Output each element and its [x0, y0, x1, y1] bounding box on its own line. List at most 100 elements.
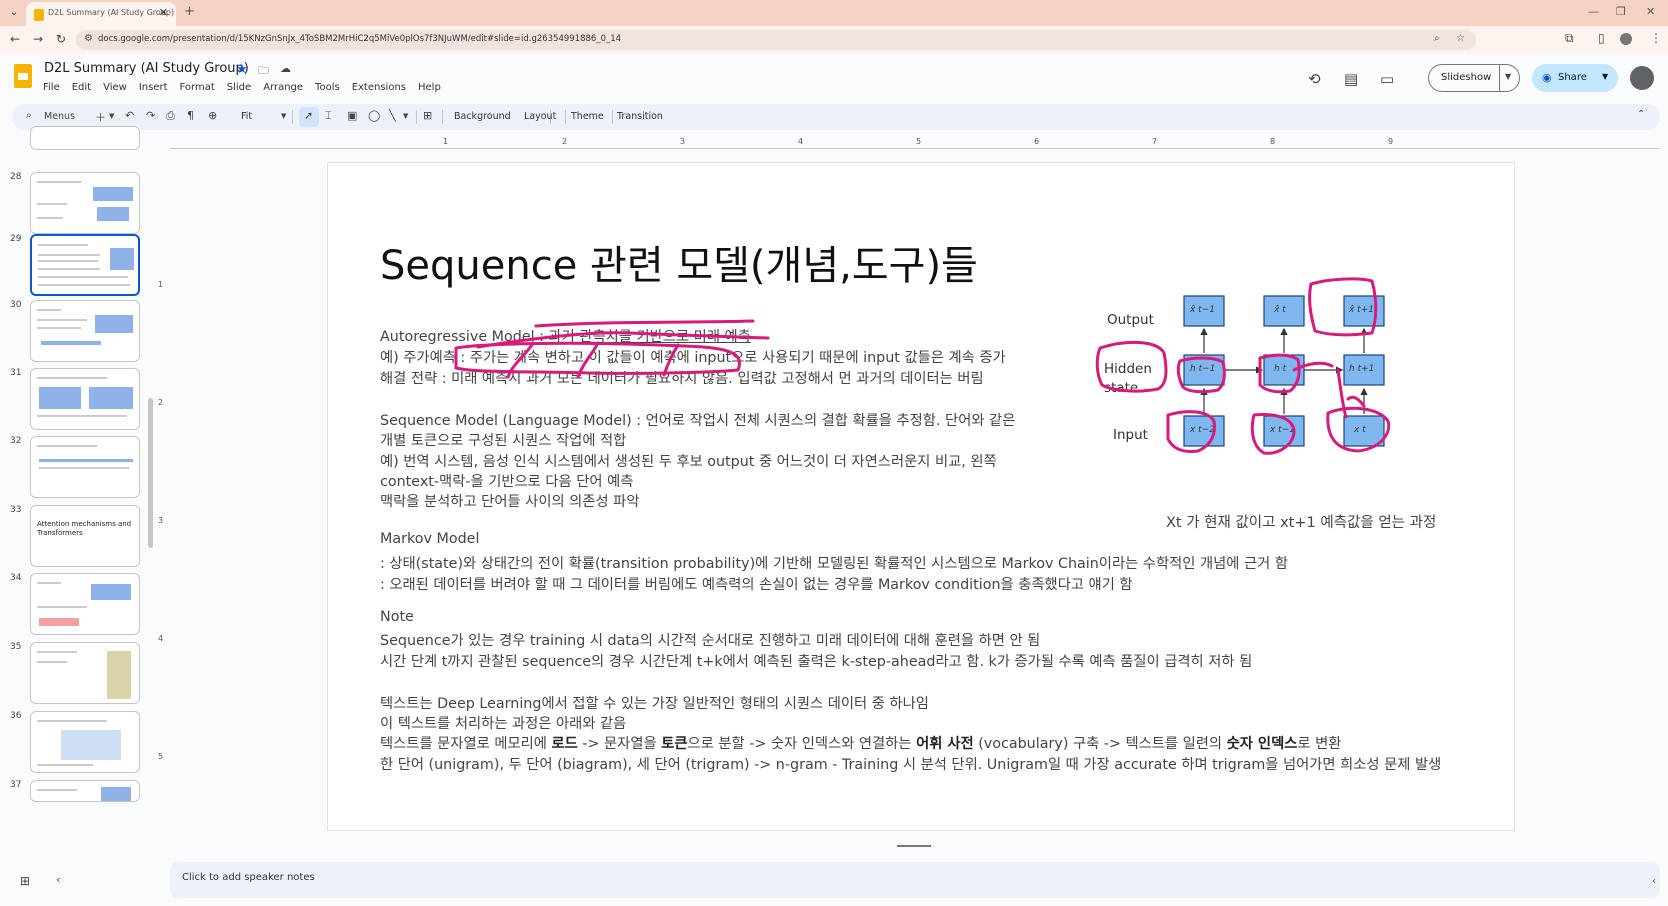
grid-view-icon[interactable]: ⊞ [20, 874, 30, 888]
ar-heading[interactable]: Autoregressive Model : 과거 관측치를 기반으로 미래 예… [380, 325, 751, 346]
slides-logo-icon[interactable] [14, 64, 32, 88]
slide-thumbnail-27[interactable] [30, 126, 140, 150]
menu-help[interactable]: Help [418, 82, 441, 96]
menu-edit[interactable]: Edit [72, 82, 91, 96]
close-tab-icon[interactable]: ✕ [159, 6, 168, 19]
menu-format[interactable]: Format [180, 82, 215, 96]
move-folder-icon[interactable]: 🗀 [258, 62, 269, 81]
select-cursor-icon[interactable]: ➚ [304, 109, 313, 122]
bookmark-star-icon[interactable]: ☆ [1456, 33, 1465, 44]
sm-line-2[interactable]: 개별 토큰으로 구성된 시퀀스 작업에 적합 [380, 429, 626, 450]
slide-thumbnail-32[interactable] [30, 436, 140, 498]
speaker-notes-placeholder[interactable]: Click to add speaker notes [182, 872, 315, 883]
sm-line-3[interactable]: 예) 번역 시스템, 음성 인식 시스템에서 생성된 두 후보 output 중… [380, 450, 997, 471]
slide-thumbnail-28[interactable] [30, 172, 140, 234]
share-dropdown-icon[interactable]: ▼ [1602, 72, 1608, 81]
slide-title[interactable]: Sequence 관련 모델(개념,도구)들 [380, 233, 978, 291]
background-button[interactable]: Background [454, 111, 511, 122]
text-line-1[interactable]: 텍스트는 Deep Learning에서 접할 수 있는 가장 일반적인 형태의… [380, 692, 929, 713]
sm-line-4[interactable]: context-맥락-을 기반으로 다음 단어 예측 [380, 470, 633, 491]
extensions-icon[interactable]: ⧉ [1565, 31, 1574, 46]
document-title[interactable]: D2L Summary (AI Study Group) [44, 61, 249, 76]
tab-search-icon[interactable]: ⌄ [6, 5, 22, 21]
new-slide-icon[interactable]: ＋ [95, 109, 106, 125]
comment-add-icon[interactable]: ⊞ [423, 109, 432, 122]
line-icon[interactable]: ╲ [389, 109, 396, 122]
zoom-dropdown-icon[interactable]: ▼ [281, 112, 286, 120]
omnibox[interactable]: ⚙ docs.google.com/presentation/d/15KNzGn… [76, 30, 1476, 50]
slide-canvas[interactable]: Sequence 관련 모델(개념,도구)들 Autoregressive Mo… [328, 163, 1514, 830]
sidepanel-icon[interactable]: ▯ [1598, 31, 1605, 45]
slide-thumbnail-34[interactable] [30, 573, 140, 635]
browser-profile-avatar[interactable] [1620, 33, 1632, 45]
layout-button[interactable]: Layout [524, 111, 556, 122]
slide-thumbnail-36[interactable] [30, 711, 140, 773]
theme-button[interactable]: Theme [571, 111, 604, 122]
filmstrip-scrollbar[interactable] [148, 398, 153, 548]
menu-insert[interactable]: Insert [139, 82, 168, 96]
reload-icon[interactable]: ↻ [56, 32, 66, 46]
zoom-icon[interactable]: ⌕ [1434, 33, 1440, 44]
image-icon[interactable]: ▣ [347, 109, 357, 122]
restore-icon[interactable]: ❐ [1616, 5, 1626, 18]
line-dropdown-icon[interactable]: ▼ [403, 112, 408, 120]
print-icon[interactable]: ⎙ [166, 109, 175, 123]
comments-icon[interactable]: ▤ [1344, 70, 1358, 88]
slide-thumbnail-33[interactable]: Attention mechanisms and Transformers [30, 505, 140, 567]
zoom-icon[interactable]: ⊕ [208, 109, 217, 122]
site-info-icon[interactable]: ⚙ [84, 33, 93, 44]
ar-example[interactable]: 예) 주가예측 : 주가는 계속 변하고 이 값들이 예측에 input으로 사… [380, 346, 1006, 367]
menu-view[interactable]: View [103, 82, 127, 96]
text-box-icon[interactable]: ⌶ [325, 109, 332, 123]
markov-line-1[interactable]: : 상태(state)와 상태간의 전이 확률(transition proba… [380, 552, 1288, 573]
collapse-toolbar-icon[interactable]: ⌃ [1637, 109, 1645, 120]
minimize-icon[interactable]: — [1588, 5, 1599, 18]
text-line-3[interactable]: 텍스트를 문자열로 메모리에 로드 -> 문자열을 토큰으로 분할 -> 숫자 … [380, 732, 1341, 753]
slide-thumbnail-37[interactable] [30, 780, 140, 802]
speaker-notes[interactable]: Click to add speaker notes [170, 862, 1660, 898]
new-slide-dropdown-icon[interactable]: ▼ [109, 112, 114, 120]
text-line-2[interactable]: 이 텍스트를 처리하는 과정은 아래와 같음 [380, 712, 626, 733]
meet-camera-icon[interactable]: ▭ [1380, 70, 1394, 88]
menu-tools[interactable]: Tools [315, 82, 340, 96]
slideshow-button[interactable]: Slideshow ▼ [1428, 64, 1520, 92]
paint-format-icon[interactable]: ¶ [187, 109, 194, 122]
sm-line-1[interactable]: Sequence Model (Language Model) : 언어로 작업… [380, 409, 1015, 430]
collapse-filmstrip-icon[interactable]: ‹ [56, 873, 60, 886]
text-line-4[interactable]: 한 단어 (unigram), 두 단어 (biagram), 세 단어 (tr… [380, 753, 1441, 774]
menu-extensions[interactable]: Extensions [352, 82, 406, 96]
browser-menu-icon[interactable]: ⋮ [1650, 31, 1662, 45]
user-avatar[interactable] [1630, 66, 1654, 90]
markov-heading[interactable]: Markov Model [380, 531, 479, 547]
side-panel-toggle-icon[interactable]: ‹ [1652, 876, 1656, 887]
slide-thumbnail-31[interactable] [30, 368, 140, 430]
slideshow-dropdown-icon[interactable]: ▼ [1505, 72, 1511, 81]
notes-resize-handle[interactable] [897, 845, 931, 847]
note-line-2[interactable]: 시간 단계 t까지 관찰된 sequence의 경우 시간단계 t+k에서 예측… [380, 650, 1252, 671]
markov-line-2[interactable]: : 오래된 데이터를 버려야 할 때 그 데이터를 버림에도 예측력의 손실이 … [380, 573, 1133, 594]
transition-button[interactable]: Transition [617, 111, 663, 122]
ar-solution[interactable]: 해결 전략 : 미래 예측시 과거 모든 데이터가 필요하지 않음. 입력값 고… [380, 367, 984, 388]
shape-icon[interactable]: ◯ [368, 109, 380, 122]
forward-icon[interactable]: → [33, 32, 43, 46]
undo-icon[interactable]: ↶ [125, 109, 134, 122]
browser-tab[interactable]: D2L Summary (AI Study Group) ✕ [26, 2, 176, 26]
zoom-select[interactable]: Fit [241, 111, 252, 122]
menu-arrange[interactable]: Arrange [263, 82, 303, 96]
star-icon[interactable]: ★ [236, 62, 248, 77]
redo-icon[interactable]: ↷ [146, 109, 155, 122]
share-button[interactable]: ◉ Share ▼ [1532, 64, 1618, 92]
new-tab-icon[interactable]: + [184, 4, 195, 19]
note-line-1[interactable]: Sequence가 있는 경우 training 시 data의 시간적 순서대… [380, 629, 1040, 650]
close-window-icon[interactable]: ✕ [1646, 5, 1655, 18]
menu-file[interactable]: File [43, 82, 60, 96]
menu-slide[interactable]: Slide [227, 82, 251, 96]
diagram-caption[interactable]: Xt 가 현재 값이고 xt+1 예측값을 얻는 과정 [1166, 511, 1436, 532]
version-history-icon[interactable]: ⟲ [1308, 70, 1321, 88]
sm-line-5[interactable]: 맥락을 분석하고 단어들 사이의 의존성 파악 [380, 490, 639, 511]
slide-thumbnail-30[interactable] [30, 300, 140, 362]
slide-thumbnail-29[interactable] [30, 234, 140, 296]
note-heading[interactable]: Note [380, 609, 414, 625]
url-text[interactable]: docs.google.com/presentation/d/15KNzGnSn… [98, 34, 621, 44]
search-menus-icon[interactable]: ⌕ [26, 110, 32, 121]
